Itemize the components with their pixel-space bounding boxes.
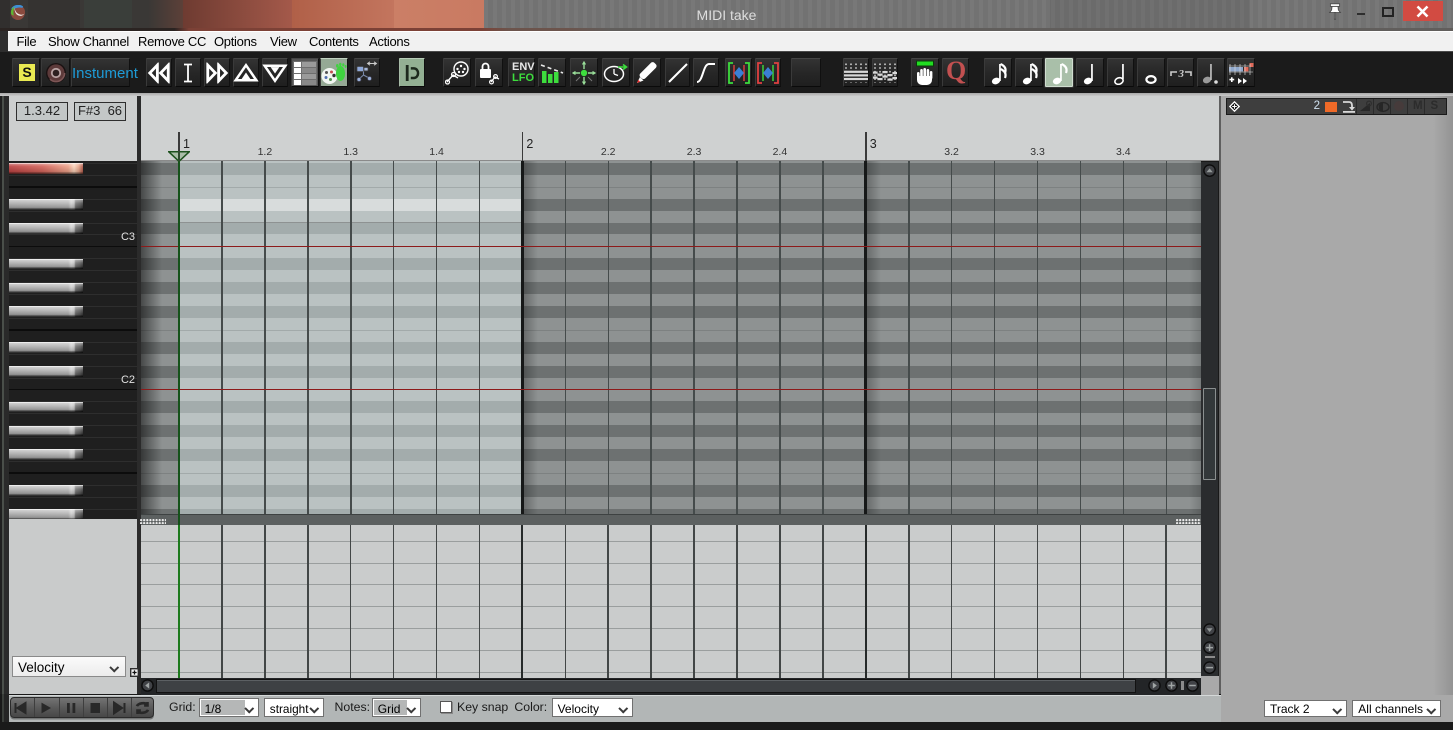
svg-text:3: 3 [1177,68,1184,80]
